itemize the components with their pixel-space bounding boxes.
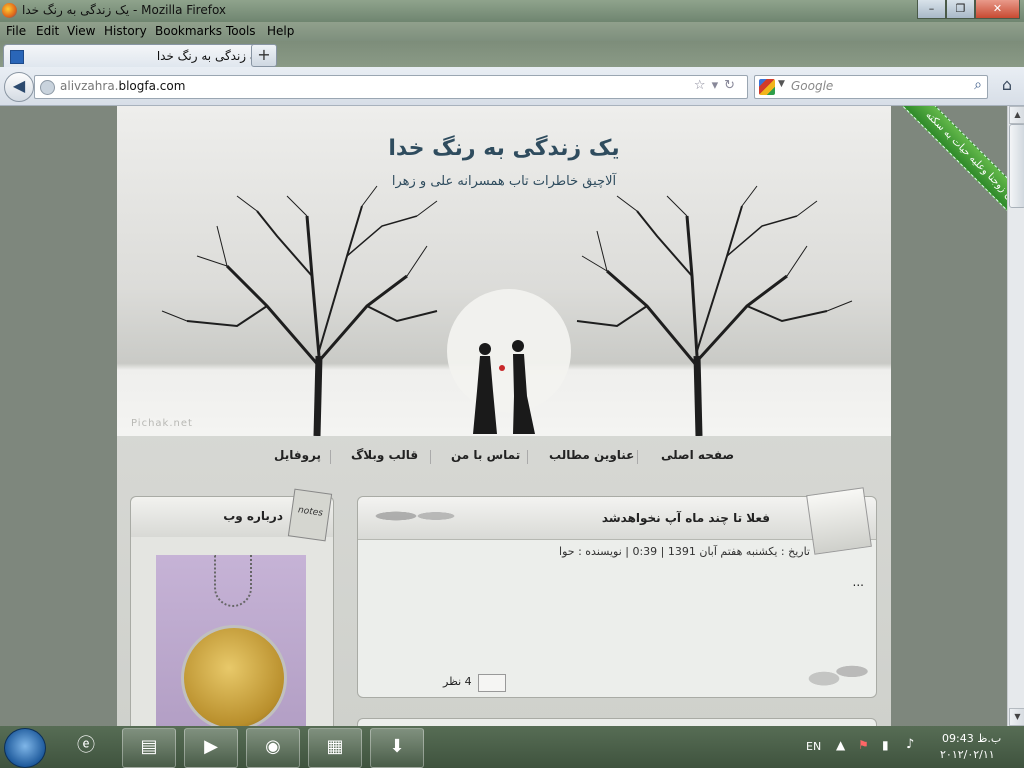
header-illustration — [161, 185, 853, 436]
post-body: ... — [852, 575, 864, 589]
navigation-bar: ◀ alivzahra.blogfa.com ☆▾↻ ▼ Google ⌕ ⌂ — [0, 67, 1024, 106]
firefox-taskbar-icon[interactable]: ◉ — [246, 728, 300, 768]
next-post-header — [357, 718, 877, 726]
vertical-scrollbar[interactable]: ▲ ▼ — [1007, 106, 1024, 726]
menu-edit[interactable]: Edit — [36, 24, 59, 38]
home-icon[interactable]: ⌂ — [996, 75, 1018, 97]
explorer-icon[interactable]: ▤ — [122, 728, 176, 768]
ie-icon[interactable]: ⓔ — [60, 728, 112, 766]
tab-strip: یک زندگی به رنگ خدا + — [0, 41, 1024, 68]
pendant-coin-shape — [181, 625, 287, 726]
right-tree-shape — [576, 185, 853, 436]
post-header: فعلا تا چند ماه آپ نخواهدشد — [358, 497, 876, 540]
firefox-icon — [2, 3, 17, 18]
post-meta: تاریخ : یکشنبه هفتم آبان 1391 | 0:39 | ن… — [559, 545, 810, 558]
nav-template-link[interactable]: قالب وبلاگ — [351, 448, 418, 462]
window-titlebar: یک زندگی به رنگ خدا - Mozilla Firefox – … — [0, 0, 1024, 22]
corner-ribbon: وتامن زوجنا وعلیه حیات به سکته — [881, 106, 1007, 256]
menu-view[interactable]: View — [67, 24, 95, 38]
bookmark-star-icon[interactable]: ☆ — [694, 78, 712, 93]
blog-nav-menu: صفحه اصلی عناوین مطالب تماس با من قالب و… — [117, 444, 891, 468]
menu-file[interactable]: File — [6, 24, 26, 38]
url-bar-icons: ☆▾↻ — [694, 78, 741, 93]
tab-blog[interactable]: یک زندگی به رنگ خدا — [3, 44, 275, 68]
site-identity-icon[interactable] — [40, 80, 55, 95]
menu-bar: File Edit View History Bookmarks Tools H… — [0, 22, 1024, 41]
scroll-down-icon[interactable]: ▼ — [1009, 708, 1024, 726]
clock-date[interactable]: ۲۰۱۲/۰۲/۱۱ — [940, 748, 995, 761]
profile-image — [156, 555, 306, 726]
scroll-up-icon[interactable]: ▲ — [1009, 106, 1024, 124]
heart-shape — [499, 365, 505, 371]
reload-icon[interactable]: ↻ — [724, 78, 741, 93]
url-domain: blogfa.com — [118, 79, 186, 93]
search-icon[interactable]: ⌕ — [974, 77, 982, 93]
network-icon[interactable]: ▮ — [882, 738, 889, 752]
floral-corner-icon — [792, 657, 872, 693]
menu-tools[interactable]: Tools — [226, 24, 256, 38]
new-tab-button[interactable]: + — [251, 44, 277, 67]
action-center-icon[interactable]: ⚑ — [858, 738, 869, 752]
close-button[interactable]: ✕ — [975, 0, 1020, 19]
paper-quill-icon — [806, 487, 872, 555]
start-button[interactable] — [4, 728, 46, 768]
search-engine-dropdown-icon[interactable]: ▼ — [778, 79, 785, 89]
nav-archive-link[interactable]: عناوین مطالب — [549, 448, 634, 462]
nav-divider — [637, 450, 638, 464]
sidebar-header-title: درباره وب — [223, 509, 283, 523]
post-title[interactable]: فعلا تا چند ماه آپ نخواهدشد — [602, 511, 770, 525]
pichak-watermark: Pichak.net — [131, 418, 193, 429]
blog-header: یک زندگی به رنگ خدا آلاچیق خاطرات تاب هم… — [117, 106, 891, 436]
download-manager-icon[interactable]: ⬇ — [370, 728, 424, 768]
nav-home-link[interactable]: صفحه اصلی — [661, 448, 734, 462]
show-hidden-icons-icon[interactable]: ▲ — [836, 738, 845, 752]
nav-contact-link[interactable]: تماس با من — [451, 448, 520, 462]
menu-help[interactable]: Help — [267, 24, 294, 38]
volume-icon[interactable]: ♪ — [906, 737, 914, 752]
task-manager-icon[interactable]: ▦ — [308, 728, 362, 768]
search-placeholder: Google — [791, 79, 834, 93]
google-icon[interactable] — [759, 79, 775, 95]
notes-icon: notes — [287, 488, 333, 542]
maximize-button[interactable]: ❐ — [946, 0, 975, 19]
url-text[interactable]: alivzahra.blogfa.com — [60, 79, 185, 93]
mail-icon[interactable] — [478, 674, 506, 692]
blog-page: یک زندگی به رنگ خدا آلاچیق خاطرات تاب هم… — [117, 106, 891, 726]
page-viewport: یک زندگی به رنگ خدا آلاچیق خاطرات تاب هم… — [0, 106, 1007, 726]
minimize-button[interactable]: – — [917, 0, 946, 19]
blogfa-favicon-icon — [10, 50, 24, 64]
windows-taskbar: ⓔ ▤ ▶ ◉ ▦ ⬇ EN ▲ ⚑ ▮ ♪ 09:43 ب.ظ ۲۰۱۲/۰۲… — [0, 726, 1024, 768]
left-tree-shape — [161, 185, 438, 436]
search-bar[interactable]: ▼ Google ⌕ — [754, 75, 988, 99]
url-host: alivzahra. — [60, 79, 119, 93]
about-sidebar-box: درباره وب notes — [130, 488, 334, 726]
scrollbar-thumb[interactable] — [1009, 124, 1024, 208]
language-indicator[interactable]: EN — [806, 740, 821, 753]
nav-profile-link[interactable]: پروفایل — [274, 448, 321, 462]
tab-label: یک زندگی به رنگ خدا — [156, 49, 264, 63]
window-title: یک زندگی به رنگ خدا - Mozilla Firefox — [22, 3, 227, 17]
media-player-icon[interactable]: ▶ — [184, 728, 238, 768]
pendant-chain-shape — [214, 555, 252, 607]
url-bar[interactable]: alivzahra.blogfa.com ☆▾↻ — [34, 75, 748, 99]
nav-divider — [330, 450, 331, 464]
moon-shape — [447, 289, 571, 413]
clock-time[interactable]: 09:43 ب.ظ — [942, 732, 1001, 745]
blog-post: فعلا تا چند ماه آپ نخواهدشد تاریخ : یکشن… — [357, 487, 877, 698]
nav-divider — [527, 450, 528, 464]
back-button[interactable]: ◀ — [4, 72, 34, 102]
nav-divider — [430, 450, 431, 464]
comments-link[interactable]: 4 نظر — [443, 675, 472, 688]
dropdown-arrow-icon[interactable]: ▾ — [712, 78, 725, 93]
sidebar-header: درباره وب notes — [131, 488, 333, 542]
floral-decoration-icon — [366, 501, 466, 531]
menu-history[interactable]: History — [104, 24, 147, 38]
menu-bookmarks[interactable]: Bookmarks — [155, 24, 222, 38]
